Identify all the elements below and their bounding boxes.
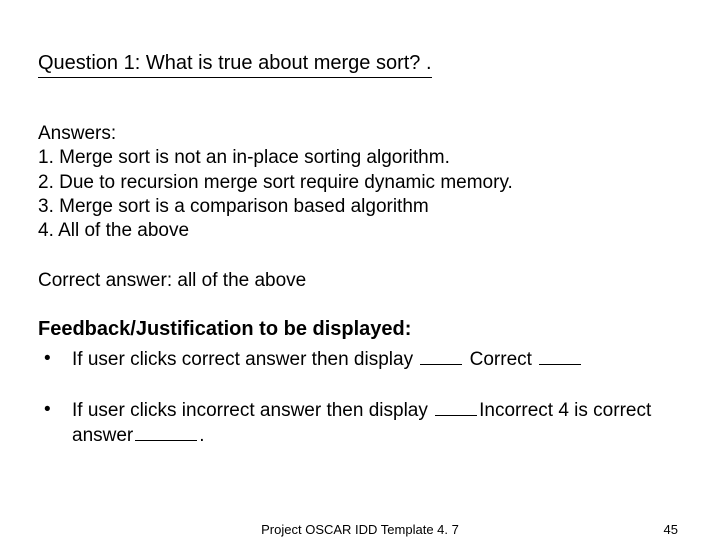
answer-item: 3. Merge sort is a comparison based algo… <box>38 195 682 219</box>
bullet-icon: • <box>38 347 72 372</box>
answer-item: 2. Due to recursion merge sort require d… <box>38 171 682 195</box>
correct-answer: Correct answer: all of the above <box>38 270 682 292</box>
blank-line <box>420 347 462 365</box>
answer-item: 1. Merge sort is not an in-place sorting… <box>38 146 682 170</box>
feedback-bullet-correct: • If user clicks correct answer then dis… <box>38 347 682 372</box>
footer-page-number: 45 <box>664 522 678 537</box>
blank-line <box>539 347 581 365</box>
blank-line <box>435 398 477 416</box>
bullet-text: If user clicks correct answer then displ… <box>72 347 682 372</box>
answer-item: 4. All of the above <box>38 219 682 243</box>
bullet-icon: • <box>38 398 72 449</box>
blank-line <box>135 423 197 441</box>
question-text: Question 1: What is true about merge sor… <box>38 52 432 78</box>
text-run: If user clicks correct answer then displ… <box>72 349 418 370</box>
feedback-heading: Feedback/Justification to be displayed: <box>38 318 682 341</box>
slide-content: Question 1: What is true about merge sor… <box>0 0 720 540</box>
bullet-text: If user clicks incorrect answer then dis… <box>72 398 682 449</box>
answers-label: Answers: <box>38 122 682 146</box>
feedback-bullet-incorrect: • If user clicks incorrect answer then d… <box>38 398 682 449</box>
answers-block: Answers: 1. Merge sort is not an in-plac… <box>38 122 682 244</box>
text-run: Correct <box>464 349 537 370</box>
text-run: . <box>199 425 204 446</box>
text-run: If user clicks incorrect answer then dis… <box>72 400 433 421</box>
footer-template-name: Project OSCAR IDD Template 4. 7 <box>261 522 459 537</box>
